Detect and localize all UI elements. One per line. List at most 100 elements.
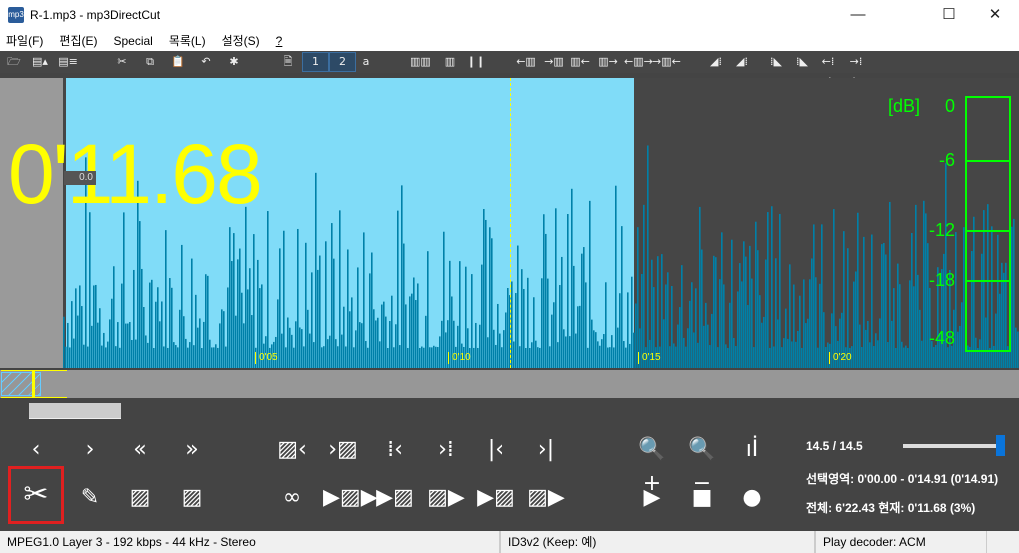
open-icon[interactable]: 🗁 (4, 53, 24, 71)
undo-icon[interactable]: ↶ (196, 53, 216, 71)
forward-button[interactable]: » (172, 433, 212, 467)
page-icon[interactable]: 🗎 (278, 53, 298, 71)
wave-bar (505, 312, 507, 368)
close-button[interactable]: ✕ (972, 0, 1018, 30)
play-cursor[interactable] (510, 78, 511, 368)
copy-icon[interactable]: ⧉ (140, 53, 160, 71)
pencil-button[interactable]: ✎ (70, 481, 110, 515)
wave-bar (755, 221, 757, 368)
cue-left-button[interactable]: ⁞‹ (375, 433, 415, 467)
sel-start-left-button[interactable]: ▨‹ (272, 433, 312, 467)
level-a-icon[interactable]: ◢⁞ (706, 53, 726, 71)
wave-bar (79, 285, 81, 368)
play-from-cue-button[interactable]: ▨▶ (426, 481, 466, 515)
wave-bar (711, 313, 713, 368)
level-c-icon[interactable]: ⁞◣ (766, 53, 786, 71)
play-end-button[interactable]: ▶▨ (476, 481, 516, 515)
maximize-button[interactable]: ☐ (926, 0, 972, 30)
fade-a-icon[interactable]: ←⁞→ (818, 53, 838, 86)
db-label: 0 (944, 96, 955, 116)
menu-special[interactable]: Special (111, 34, 154, 48)
prev-button[interactable]: ‹ (16, 433, 56, 467)
next-button[interactable]: › (70, 433, 110, 467)
page-2-icon[interactable]: 2 (329, 52, 356, 72)
play-selection-button[interactable]: ▶▨▶ (323, 481, 378, 515)
waveform-view[interactable]: 0'05 0'10 0'15 0'20 0'11.68 0.0 [dB] 0 -… (0, 78, 1019, 368)
move-left-b-icon[interactable]: ▥← (570, 53, 590, 71)
select-button[interactable]: ▨ (172, 481, 212, 515)
select-all-button[interactable]: ▨ (120, 481, 160, 515)
overview-view-window[interactable] (1, 372, 41, 396)
overview-bar[interactable] (0, 370, 1019, 398)
cut-button[interactable]: ✂ (8, 466, 64, 524)
zoom-readout: 14.5 / 14.5 (806, 439, 863, 453)
wave-bar (203, 321, 205, 368)
move-right-b-icon[interactable]: ▥→ (598, 53, 618, 71)
rewind-button[interactable]: « (120, 433, 160, 467)
wave-bar (151, 279, 153, 368)
menu-edit[interactable]: 편집(E) (57, 32, 99, 49)
level-d-icon[interactable]: ⁞◣ (792, 53, 812, 71)
expand-a-icon[interactable]: ←▥→ (624, 53, 653, 71)
level-b-icon[interactable]: ◢⁞ (732, 53, 752, 71)
wave-bar (221, 309, 223, 368)
save-list-icon[interactable]: ▤≡ (58, 53, 78, 71)
expand-b-icon[interactable]: →▥← (652, 53, 681, 71)
move-right-a-icon[interactable]: →▥ (544, 53, 564, 71)
fade-b-icon[interactable]: →⁞← (846, 53, 866, 86)
wave-bar (773, 346, 775, 368)
sel-end-right-button[interactable]: ›▨ (323, 433, 363, 467)
go-start-button[interactable]: |‹ (476, 433, 516, 467)
page-1-icon[interactable]: 1 (302, 52, 329, 72)
wave-bar (687, 328, 689, 368)
zoom-out-button[interactable]: 🔍− (682, 433, 722, 496)
window-title: R-1.mp3 - mp3DirectCut (30, 8, 161, 22)
split-icon[interactable]: ▥▥ (410, 53, 431, 71)
wave-bar (331, 223, 333, 368)
go-end-button[interactable]: ›| (526, 433, 566, 467)
wave-bar (371, 252, 373, 368)
cue-right-button[interactable]: ›⁞ (426, 433, 466, 467)
wave-bar (173, 342, 175, 368)
wave-bar (599, 345, 601, 368)
zoom-slider-thumb[interactable] (996, 435, 1005, 456)
menu-help[interactable]: ? (274, 34, 285, 48)
pause-marks-icon[interactable]: ❙❙ (466, 53, 486, 71)
record-button[interactable]: ● (732, 481, 772, 515)
wave-bar (149, 282, 151, 368)
wave-bar (229, 227, 231, 368)
app-icon: mp3 (8, 7, 24, 23)
settings-icon[interactable]: ✱ (224, 53, 244, 71)
paste-icon[interactable]: 📋 (168, 53, 188, 71)
wave-bar (287, 317, 289, 368)
menu-list[interactable]: 목록(L) (167, 32, 208, 49)
wave-bar (417, 283, 419, 368)
play-to-cue-button[interactable]: ▶▨ (375, 481, 415, 515)
horizontal-scrollbar-thumb[interactable] (29, 403, 121, 419)
move-left-a-icon[interactable]: ←▥ (516, 53, 536, 71)
wave-bar (319, 255, 321, 368)
minimize-button[interactable]: — (835, 0, 881, 30)
zoom-slider[interactable] (903, 444, 1003, 448)
menu-settings[interactable]: 설정(S) (220, 32, 262, 49)
wave-bar (767, 212, 769, 368)
wave-bar (71, 301, 73, 368)
loop-button[interactable]: ∞ (272, 481, 312, 515)
save-audio-icon[interactable]: ▤▴ (30, 53, 50, 71)
page-a-icon[interactable]: a (356, 53, 376, 71)
menu-file[interactable]: 파일(F) (4, 32, 45, 49)
play-button[interactable]: ▶ (632, 481, 672, 515)
wave-bar (759, 295, 761, 368)
wave-bar (363, 232, 365, 368)
play-sel-end-button[interactable]: ▨▶ (526, 481, 566, 515)
wave-bar (413, 277, 415, 368)
wave-bar (167, 347, 169, 368)
split2-icon[interactable]: ▥ (440, 53, 460, 71)
cut-icon[interactable]: ✂ (112, 53, 132, 71)
wave-bar (191, 258, 193, 368)
wave-bar (751, 278, 753, 368)
wave-bar (715, 257, 717, 368)
zoom-in-button[interactable]: 🔍+ (632, 433, 672, 496)
stop-button[interactable]: ■ (682, 481, 722, 515)
levels-button[interactable]: ıİ (732, 433, 772, 467)
